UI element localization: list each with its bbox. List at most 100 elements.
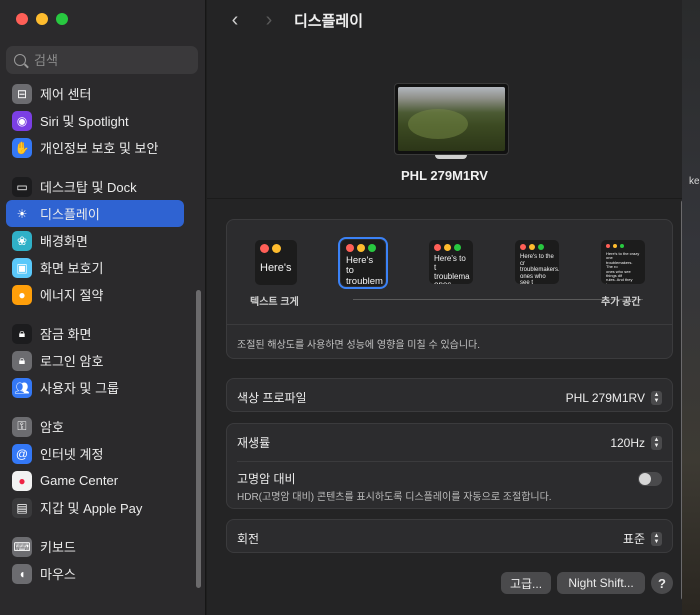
resolution-label-more-space: 추가 공간 [601,297,641,308]
main-pane: ‹ › 디스플레이 PHL 279M1RV Here's Here's to t… [207,0,686,615]
nav-group-gap [6,401,184,413]
color-profile-select[interactable]: PHL 279M1RV ▲ ▼ [565,390,662,405]
monitor-wallpaper [398,87,505,151]
lock-icon: 🔒︎ [12,350,32,371]
sidebar-item-keyboard[interactable]: ⌨ 키보드 [6,533,184,560]
sidebar-item-users[interactable]: 👥︎ 사용자 및 그룹 [6,374,184,401]
control-center-icon: ⊟ [12,83,32,104]
resolution-option-large[interactable]: Here's to troublem [338,237,388,289]
sidebar-item-label: 제어 센터 [40,87,92,102]
mouse-icon: ◖ [12,563,32,584]
refresh-hdr-card: 재생률 120Hz ▲ ▼ 고명암 대비 HDR(고명암 대비) 콘텐츠를 표시하… [226,423,673,509]
zoom-button[interactable] [56,13,68,25]
sidebar-item-dock[interactable]: ▭ 데스크탑 및 Dock [6,173,184,200]
sidebar-item-label: 사용자 및 그룹 [40,381,119,396]
sidebar-item-control-center[interactable]: ⊟ 제어 센터 [6,80,184,107]
sidebar-item-label: 에너지 절약 [40,288,104,303]
window-dots [515,240,559,250]
hdr-row: 고명암 대비 [237,470,662,487]
rotation-select[interactable]: 표준 ▲ ▼ [623,530,662,547]
users-icon: 👥︎ [12,377,32,398]
resolution-sample-text: Here's [260,262,292,274]
lock-screen-icon: 🔒︎ [12,323,32,344]
hdr-description: HDR(고명암 대비) 콘텐츠를 표시하도록 디스플레이를 자동으로 조절합니다… [237,492,552,503]
resolution-option-more[interactable]: Here's to the cr troublemakers. ones who… [515,240,559,284]
sidebar-item-wallet[interactable]: ▤ 지갑 및 Apple Pay [6,494,184,521]
sidebar-item-lock[interactable]: 🔒︎ 로그인 암호 [6,347,184,374]
monitor-preview[interactable] [394,83,509,155]
siri-icon: ◉ [12,110,32,131]
window-dots [601,240,645,248]
sidebar-fade [0,595,205,615]
minimize-button[interactable] [36,13,48,25]
brightness-icon: ☀ [12,203,32,224]
resolution-slider-track [353,299,643,300]
night-shift-button[interactable]: Night Shift... [557,572,645,594]
sidebar-item-mouse[interactable]: ◖ 마우스 [6,560,184,587]
hdr-toggle[interactable] [638,471,662,486]
updown-chevron-icon: ▲ ▼ [651,531,662,546]
divider [227,324,672,325]
close-button[interactable] [16,13,28,25]
sidebar-item-lock-screen[interactable]: 🔒︎ 잠금 화면 [6,320,184,347]
updown-chevron-icon: ▲ ▼ [651,435,662,450]
sidebar-item-game-center[interactable]: ● Game Center [6,467,184,494]
wallpaper-icon: ❀ [12,230,32,251]
help-button[interactable]: ? [651,572,673,594]
sidebar-item-label: 데스크탑 및 Dock [40,180,137,195]
refresh-rate-select[interactable]: 120Hz ▲ ▼ [610,435,662,450]
sidebar: ⊟ 제어 센터 ◉ Siri 및 Spotlight ✋ 개인정보 보호 및 보안 ▭ 데스크… [0,0,206,615]
advanced-button[interactable]: 고급... [501,572,551,594]
monitor-stand [435,155,467,159]
resolution-option-most[interactable]: Here's to the crazy one troublemakers. T… [601,240,645,284]
sidebar-item-label: Game Center [40,473,119,488]
screensaver-icon: ▣ [12,257,32,278]
nav-group-gap [6,521,184,533]
resolution-sample-text: Here's to t troublema ones who [434,254,470,284]
sidebar-item-label: 로그인 암호 [40,354,104,369]
window-dots [429,240,473,251]
sidebar-item-key[interactable]: ⚿ 암호 [6,413,184,440]
sidebar-item-label: 화면 보호기 [40,261,104,276]
sidebar-item-label: 키보드 [40,540,76,555]
game-center-icon: ● [12,470,32,491]
resolution-card: Here's Here's to troublem Here's to t tr… [226,219,673,359]
refresh-rate-row: 재생률 120Hz ▲ ▼ [237,434,662,451]
refresh-rate-value: 120Hz [610,435,645,450]
chevron-left-icon: ‹ [231,8,239,31]
search-input[interactable] [34,52,184,68]
sidebar-scrollbar[interactable] [196,290,201,588]
resolution-option-default[interactable]: Here's to t troublema ones who [429,240,473,284]
wallet-icon: ▤ [12,497,32,518]
sidebar-item-wallpaper[interactable]: ❀ 배경화면 [6,227,184,254]
forward-button[interactable]: › [258,9,280,31]
hdr-label: 고명암 대비 [237,472,296,486]
sidebar-item-label: 마우스 [40,567,76,582]
at-icon: @ [12,443,32,464]
resolution-option-largest[interactable]: Here's [255,240,297,285]
sidebar-item-siri[interactable]: ◉ Siri 및 Spotlight [6,107,184,134]
window-controls [16,13,68,25]
nav-group-gap [6,308,184,320]
display-name: PHL 279M1RV [401,168,488,183]
color-profile-label: 색상 프로파일 [237,391,307,405]
sidebar-item-label: 잠금 화면 [40,327,92,342]
sidebar-item-label: 개인정보 보호 및 보안 [40,141,159,156]
hand-icon: ✋ [12,137,32,158]
back-button[interactable]: ‹ [224,9,246,31]
color-profile-card: 색상 프로파일 PHL 279M1RV ▲ ▼ [226,378,673,412]
sidebar-item-label: 지갑 및 Apple Pay [40,501,143,516]
key-icon: ⚿ [12,416,32,437]
sidebar-item-at[interactable]: @ 인터넷 계정 [6,440,184,467]
refresh-rate-label: 재생률 [237,436,271,450]
search-box[interactable] [6,46,198,74]
sidebar-item-label: 배경화면 [40,234,88,249]
sidebar-item-brightness[interactable]: ☀ 디스플레이 [6,200,184,227]
sidebar-item-screensaver[interactable]: ▣ 화면 보호기 [6,254,184,281]
sidebar-item-lightbulb[interactable]: ● 에너지 절약 [6,281,184,308]
sidebar-item-hand[interactable]: ✋ 개인정보 보호 및 보안 [6,134,184,161]
dock-icon: ▭ [12,176,32,197]
color-profile-value: PHL 279M1RV [565,390,645,405]
resolution-note: 조절된 해상도를 사용하면 성능에 영향을 미칠 수 있습니다. [237,340,481,351]
resolution-label-larger-text: 텍스트 크게 [250,297,299,308]
